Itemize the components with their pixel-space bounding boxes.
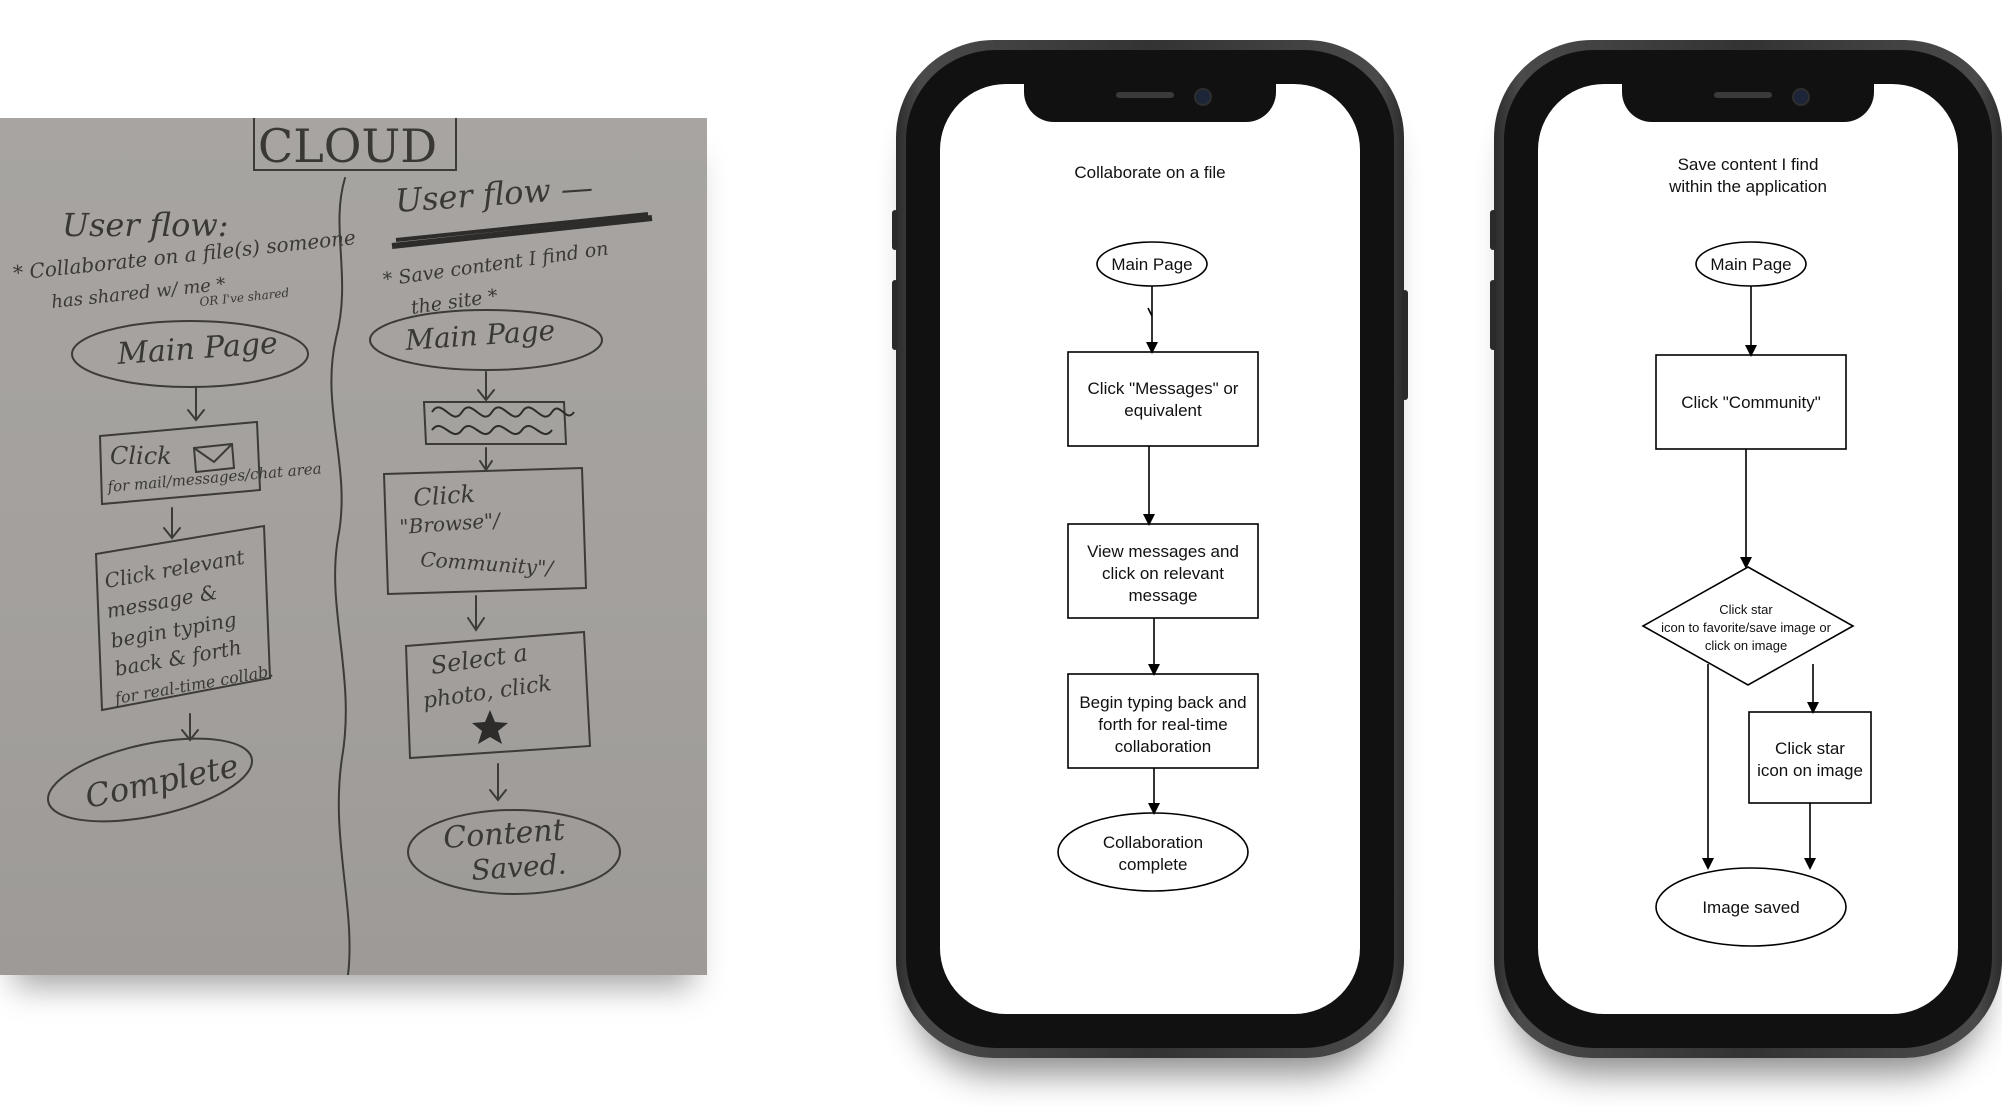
sketch-right-select: Select a — [429, 639, 529, 680]
sketch-title: CLOUD — [258, 119, 437, 173]
flow-step-node — [1067, 351, 1259, 447]
flow-step-label: Click "Messages" or — [1088, 379, 1239, 398]
flow-step-label: forth for real-time — [1098, 715, 1227, 734]
flowchart-save-content: Save content I find within the applicati… — [1641, 155, 1872, 947]
flow-step-label: icon on image — [1757, 761, 1863, 780]
phone-notch — [1024, 78, 1276, 122]
flow-decision-label: icon to favorite/save image or — [1661, 620, 1831, 635]
sketch-right-heading: User flow — — [394, 168, 594, 220]
flow-step-label: click on relevant — [1102, 564, 1224, 583]
flow-end-node — [1057, 812, 1249, 892]
sketch-right-browse: "Browse"/ — [399, 508, 503, 539]
phone-side-button — [892, 280, 898, 350]
camera-icon — [1792, 88, 1810, 106]
phone-mockup-collaborate: Collaborate on a file Main Page Click "M… — [892, 40, 1408, 1058]
flow-title: Collaborate on a file — [1074, 163, 1225, 182]
flowchart-collaborate: Collaborate on a file Main Page Click "M… — [1057, 163, 1259, 892]
phone-screen: Collaborate on a file Main Page Click "M… — [940, 84, 1360, 1014]
star-icon — [472, 710, 508, 744]
phone-mockup-save-content: Save content I find within the applicati… — [1490, 40, 2002, 1058]
sketch-right-desc: the site * — [410, 285, 500, 319]
flow-step-label: equivalent — [1124, 401, 1202, 420]
sketch-right-browse: Community"/ — [420, 547, 556, 580]
flow-step-label: Click star — [1775, 739, 1845, 758]
sketch-right-main: Main Page — [403, 314, 556, 357]
flow-step-label: Begin typing back and — [1079, 693, 1246, 712]
flow-title: within the application — [1668, 177, 1827, 196]
sketch-left-end: Complete — [82, 746, 242, 816]
phone-side-button — [892, 210, 898, 250]
phone-notch — [1622, 78, 1874, 122]
sketch-right-end: Saved. — [470, 847, 567, 887]
camera-icon — [1194, 88, 1212, 106]
phone-side-button — [1490, 280, 1496, 350]
flow-step-label: Click "Community" — [1681, 393, 1821, 412]
sketch-left-click: Click — [110, 442, 172, 470]
sketch-left-heading: User flow: — [62, 206, 229, 244]
flow-step-label: View messages and — [1087, 542, 1239, 561]
sketch-right-browse: Click — [412, 480, 476, 512]
flow-end-label: Image saved — [1702, 898, 1799, 917]
phone-screen: Save content I find within the applicati… — [1538, 84, 1958, 1014]
flow-decision-label: Click star — [1719, 602, 1773, 617]
flow-start-label: Main Page — [1111, 255, 1192, 274]
flow-decision-label: click on image — [1705, 638, 1787, 653]
flow-end-label: complete — [1119, 855, 1188, 874]
flow-title: Save content I find — [1678, 155, 1819, 174]
sketch-photo: CLOUD User flow: * Collaborate on a file… — [0, 118, 707, 975]
phone-side-button — [1490, 210, 1496, 250]
sketch-left-main: Main Page — [115, 326, 279, 372]
flow-step-label: message — [1129, 586, 1198, 605]
sketch-drawing: CLOUD User flow: * Collaborate on a file… — [12, 118, 653, 975]
phone-side-button — [1402, 290, 1408, 400]
flow-step-label: collaboration — [1115, 737, 1211, 756]
flow-start-label: Main Page — [1710, 255, 1791, 274]
phone-bezel: Collaborate on a file Main Page Click "M… — [906, 50, 1394, 1048]
sketch-left-msg: Click relevant — [103, 545, 248, 593]
speaker-icon — [1714, 92, 1772, 98]
speaker-icon — [1116, 92, 1174, 98]
phone-bezel: Save content I find within the applicati… — [1504, 50, 1992, 1048]
flow-end-label: Collaboration — [1103, 833, 1203, 852]
